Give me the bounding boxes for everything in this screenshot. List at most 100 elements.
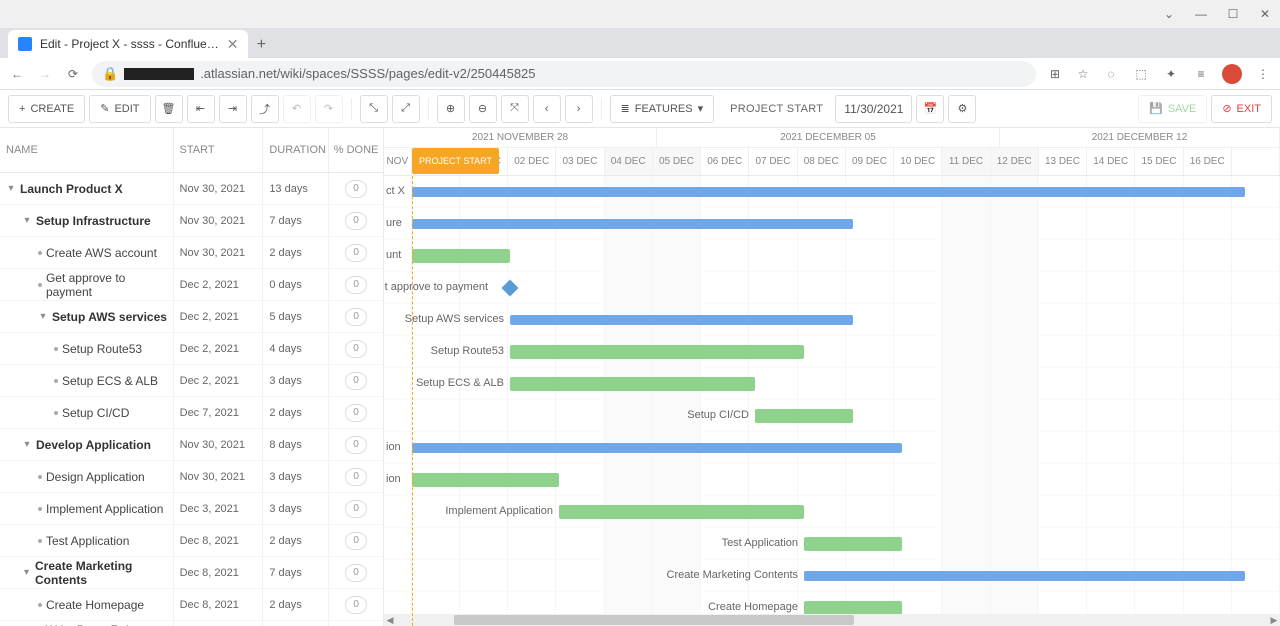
collapse-all-button[interactable]: ⤢ <box>392 95 420 123</box>
task-row[interactable]: Setup Route53 Dec 2, 2021 4 days 0 <box>0 333 383 365</box>
task-done-chip[interactable]: 0 <box>345 596 367 614</box>
zoom-in-button[interactable]: ⊕ <box>437 95 465 123</box>
window-close-icon[interactable]: ✕ <box>1258 7 1272 21</box>
gantt-bar[interactable] <box>412 249 510 263</box>
day-header[interactable]: 10 DEC <box>894 148 942 175</box>
timeline-body[interactable]: ct XureuntGet approve to paymentSetup AW… <box>384 176 1280 626</box>
exit-button[interactable]: ⊘EXIT <box>1211 95 1272 123</box>
redo-button[interactable]: ↷ <box>315 95 343 123</box>
task-row[interactable]: Setup CI/CD Dec 7, 2021 2 days 0 <box>0 397 383 429</box>
task-row[interactable]: Create Homepage Dec 8, 2021 2 days 0 <box>0 589 383 621</box>
expander-icon[interactable]: ▾ <box>22 215 32 226</box>
gantt-bar[interactable] <box>804 601 902 615</box>
outdent-button[interactable]: ⇤ <box>187 95 215 123</box>
day-header[interactable]: 07 DEC <box>749 148 797 175</box>
col-start-header[interactable]: START <box>174 128 264 172</box>
settings-button[interactable]: ⚙ <box>948 95 976 123</box>
task-done-chip[interactable]: 0 <box>345 276 367 294</box>
task-done-chip[interactable]: 0 <box>345 308 367 326</box>
task-done-chip[interactable]: 0 <box>345 340 367 358</box>
timeline-row[interactable]: Create Marketing Contents <box>384 560 1280 592</box>
task-row[interactable]: ▾ Create Marketing Contents Dec 8, 2021 … <box>0 557 383 589</box>
task-done-chip[interactable]: 0 <box>345 436 367 454</box>
edit-button[interactable]: ✎EDIT <box>89 95 150 123</box>
project-start-date-input[interactable]: 11/30/2021 <box>835 95 912 123</box>
col-done-header[interactable]: % DONE <box>329 128 383 172</box>
task-done-chip[interactable]: 0 <box>345 404 367 422</box>
task-row[interactable]: Test Application Dec 8, 2021 2 days 0 <box>0 525 383 557</box>
expand-all-button[interactable]: ⤡ <box>360 95 388 123</box>
task-row[interactable]: Get approve to payment Dec 2, 2021 0 day… <box>0 269 383 301</box>
profile-avatar[interactable] <box>1222 64 1242 84</box>
url-input[interactable]: 🔒 .atlassian.net/wiki/spaces/SSSS/pages/… <box>92 61 1036 87</box>
extensions-icon[interactable]: ✦ <box>1162 65 1180 83</box>
day-header[interactable]: 16 DEC <box>1184 148 1232 175</box>
task-done-chip[interactable]: 0 <box>345 180 367 198</box>
gantt-bar[interactable] <box>412 219 853 229</box>
task-done-chip[interactable]: 0 <box>345 244 367 262</box>
day-header[interactable]: 09 DEC <box>846 148 894 175</box>
gantt-bar[interactable] <box>412 443 902 453</box>
day-header[interactable]: 05 DEC <box>653 148 701 175</box>
gantt-bar[interactable] <box>510 345 804 359</box>
gantt-bar[interactable] <box>804 571 1245 581</box>
upload-button[interactable]: ⤴ <box>251 95 279 123</box>
task-done-chip[interactable]: 0 <box>345 468 367 486</box>
gantt-bar[interactable] <box>412 473 559 487</box>
indent-button[interactable]: ⇥ <box>219 95 247 123</box>
zoom-fit-button[interactable]: ⤧ <box>501 95 529 123</box>
gantt-bar[interactable] <box>412 187 1245 197</box>
day-header[interactable]: 13 DEC <box>1039 148 1087 175</box>
reading-list-icon[interactable]: ≡ <box>1192 65 1210 83</box>
undo-button[interactable]: ↶ <box>283 95 311 123</box>
window-maximize-icon[interactable]: ☐ <box>1226 7 1240 21</box>
zoom-out-button[interactable]: ⊖ <box>469 95 497 123</box>
timeline-row[interactable]: ion <box>384 432 1280 464</box>
features-menu[interactable]: ≣FEATURES▾ <box>610 95 715 123</box>
translate-icon[interactable]: ⬚ <box>1132 65 1150 83</box>
gantt-bar[interactable] <box>804 537 902 551</box>
expander-icon[interactable]: ▾ <box>22 439 32 450</box>
milestone-marker[interactable] <box>502 280 519 297</box>
scroll-right-button[interactable]: › <box>565 95 593 123</box>
nav-reload-icon[interactable]: ⟳ <box>64 65 82 83</box>
timeline-row[interactable]: Setup CI/CD <box>384 400 1280 432</box>
timeline-row[interactable]: Setup AWS services <box>384 304 1280 336</box>
window-minimize-icon[interactable]: — <box>1194 7 1208 21</box>
timeline-row[interactable]: Setup Route53 <box>384 336 1280 368</box>
gantt-bar[interactable] <box>510 315 853 325</box>
day-header[interactable]: 12 DEC <box>991 148 1039 175</box>
task-row[interactable]: Setup ECS & ALB Dec 2, 2021 3 days 0 <box>0 365 383 397</box>
task-row[interactable]: Implement Application Dec 3, 2021 3 days… <box>0 493 383 525</box>
bookmark-star-icon[interactable]: ☆ <box>1074 65 1092 83</box>
create-button[interactable]: +CREATE <box>8 95 85 123</box>
task-row[interactable]: Write Press Release Article Dec 10, 2021… <box>0 621 383 626</box>
timeline-row[interactable]: ct X <box>384 176 1280 208</box>
task-done-chip[interactable]: 0 <box>345 212 367 230</box>
task-done-chip[interactable]: 0 <box>345 372 367 390</box>
save-button[interactable]: 💾SAVE <box>1138 95 1207 123</box>
qr-icon[interactable]: ⊞ <box>1046 65 1064 83</box>
delete-button[interactable]: 🗑 <box>155 95 183 123</box>
col-duration-header[interactable]: DURATION <box>263 128 329 172</box>
timeline-row[interactable]: ure <box>384 208 1280 240</box>
day-header[interactable]: 03 DEC <box>556 148 604 175</box>
day-header[interactable]: NOV <box>384 148 412 175</box>
timeline-row[interactable]: Get approve to payment <box>384 272 1280 304</box>
expander-icon[interactable]: ▾ <box>38 311 48 322</box>
timeline-row[interactable]: Test Application <box>384 528 1280 560</box>
timeline-hscrollbar[interactable]: ◀ ▶ <box>384 614 1280 626</box>
task-row[interactable]: Design Application Nov 30, 2021 3 days 0 <box>0 461 383 493</box>
new-tab-button[interactable]: + <box>248 32 274 58</box>
tab-close-icon[interactable]: ✕ <box>227 36 239 53</box>
nav-back-icon[interactable]: ← <box>8 65 26 83</box>
day-header[interactable]: 15 DEC <box>1135 148 1183 175</box>
expander-icon[interactable]: ▾ <box>6 183 16 194</box>
gantt-bar[interactable] <box>559 505 804 519</box>
col-name-header[interactable]: NAME <box>0 128 174 172</box>
day-header[interactable] <box>1232 148 1280 175</box>
gantt-bar[interactable] <box>755 409 853 423</box>
scroll-right-arrow-icon[interactable]: ▶ <box>1268 614 1280 626</box>
timeline-row[interactable]: Implement Application <box>384 496 1280 528</box>
expander-icon[interactable]: ▾ <box>22 567 31 578</box>
